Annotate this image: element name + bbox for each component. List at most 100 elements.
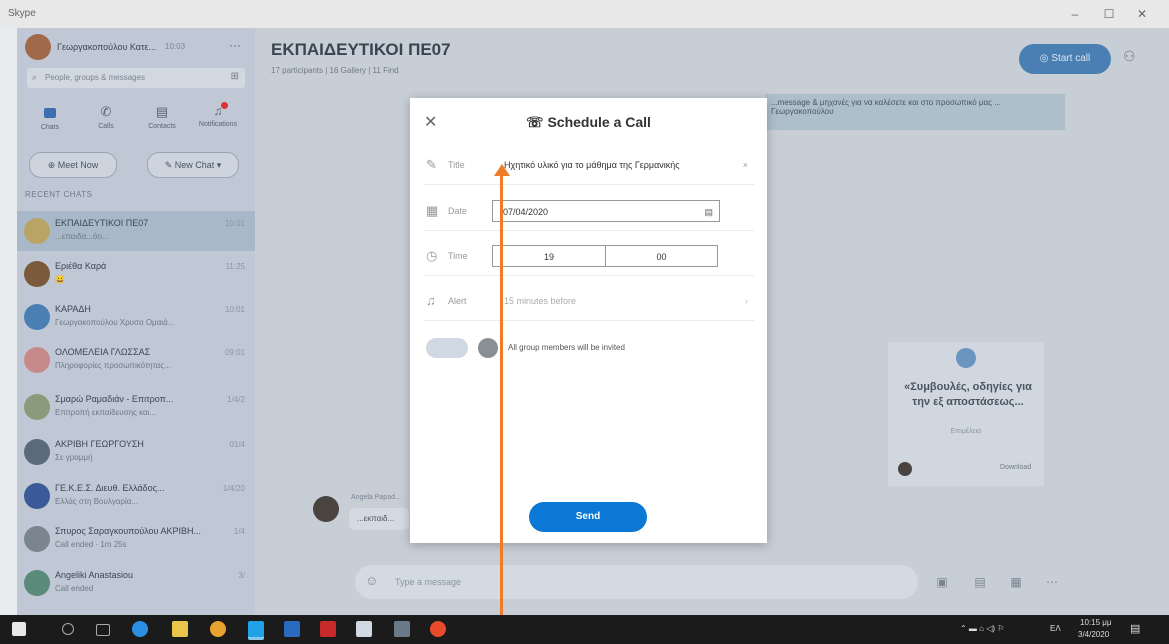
tray-icons[interactable]: ⌃ ▬ ⌂ ◁) ⚐	[960, 624, 1004, 633]
start-call-button[interactable]: ◎ Start call	[1019, 44, 1111, 74]
date-row: ▦ Date 07/04/2020 ▤	[424, 194, 754, 231]
profile-header[interactable]: Γεωργακοπούλου Κατε... 10:03 ···	[17, 28, 255, 66]
send-button[interactable]: Send	[529, 502, 647, 532]
message-input[interactable]: ☺ Type a message	[355, 565, 918, 599]
notification-center-icon[interactable]: ▤	[1130, 622, 1140, 635]
chat-time: 11:25	[225, 262, 245, 271]
profile-avatar[interactable]	[25, 34, 51, 60]
calendar-icon: ▦	[426, 203, 439, 218]
meet-now-icon: ⊕	[47, 160, 58, 170]
tab-contacts[interactable]: ▤ Contacts	[137, 102, 187, 146]
language-indicator[interactable]: ΕΛ	[1050, 624, 1061, 633]
time-label: Time	[448, 251, 468, 261]
media-gallery-icon[interactable]: ▣	[929, 569, 955, 595]
chat-preview: Ελλάς στη Βουλγαρία...	[55, 497, 139, 506]
chat-avatar	[24, 218, 50, 244]
edge-icon[interactable]	[132, 621, 148, 637]
acrobat-icon[interactable]	[320, 621, 336, 637]
tab-calls[interactable]: ✆ Calls	[81, 102, 131, 146]
paint-icon[interactable]	[394, 621, 410, 637]
chat-avatar	[24, 526, 50, 552]
more-options-button[interactable]: ···	[229, 38, 241, 52]
chat-item[interactable]: Angeliki Anastasiou Call ended 3/	[17, 563, 255, 603]
chat-avatar	[24, 261, 50, 287]
video-call-icon: ◎	[1039, 53, 1052, 64]
chat-preview: Σε γραμμή	[55, 453, 93, 462]
search-input[interactable]: ⌕ People, groups & messages ⊞	[27, 68, 245, 88]
tab-notifications[interactable]: ♫ Notifications	[193, 102, 243, 146]
chat-time: 10:01	[224, 219, 245, 228]
chat-time: 10:01	[224, 305, 245, 314]
date-picker-icon[interactable]: ▤	[704, 201, 713, 223]
skype-icon[interactable]	[248, 621, 264, 640]
chat-name: ΓΕ.Κ.Ε.Σ. Διευθ. Ελλάδος...	[55, 483, 165, 493]
date-field[interactable]: 07/04/2020 ▤	[492, 200, 720, 222]
chat-name: Εριέθα Καρά	[55, 261, 107, 271]
dialpad-icon[interactable]: ⊞	[231, 71, 239, 82]
meet-now-button[interactable]: ⊕ Meet Now	[29, 152, 117, 178]
alert-select[interactable]: 15 minutes before	[504, 296, 576, 306]
minimize-button[interactable]: –	[1061, 4, 1089, 24]
message-placeholder: Type a message	[395, 577, 462, 587]
explorer-icon[interactable]	[172, 621, 188, 637]
new-chat-label: New Chat	[174, 160, 215, 170]
chat-item[interactable]: Σμαρώ Ραμαδιάν - Επιτροπ... Επιτροπή εκπ…	[17, 387, 255, 427]
chat-preview: Επιτροπή εκπαίδευσης και...	[55, 408, 157, 417]
chat-item[interactable]: Σπυρος Σαραγκουπούλου ΑΚΡΙΒΗ... Call end…	[17, 519, 255, 559]
add-people-icon[interactable]: ⚇	[1123, 48, 1136, 65]
windows-start-icon[interactable]	[12, 622, 26, 636]
chat-item[interactable]: Εριέθα Καρά 😀 11:25	[17, 254, 255, 294]
nav-row: Chats ✆ Calls ▤ Contacts ♫ Notifications	[17, 102, 255, 146]
conversation-title[interactable]: ΕΚΠΑΙΔΕΥΤΙΚΟΙ ΠΕ07	[271, 40, 451, 60]
chat-item[interactable]: ΚΑΡΑΔΗ Γεωργακοπούλου Χρυσα Ομαιά... 10:…	[17, 297, 255, 337]
close-window-button[interactable]: ✕	[1128, 4, 1156, 24]
contact-card-icon[interactable]: ▦	[1003, 569, 1029, 595]
task-view-icon[interactable]	[96, 624, 110, 636]
chat-name: ΕΚΠΑΙΔΕΥΤΙΚΟΙ ΠΕ07	[55, 218, 149, 228]
contacts-icon: ▤	[155, 104, 169, 119]
chat-item[interactable]: ΓΕ.Κ.Ε.Σ. Διευθ. Ελλάδος... Ελλάς στη Βο…	[17, 476, 255, 516]
dialog-title: ☏ Schedule a Call	[410, 114, 767, 131]
chat-name: Angeliki Anastasiou	[55, 570, 134, 580]
new-chat-button[interactable]: ✎ New Chat ▾	[147, 152, 239, 178]
clear-title-icon[interactable]: ×	[743, 160, 748, 170]
conversation-subtitle[interactable]: 17 participants | 16 Gallery | 11 Find	[271, 66, 399, 75]
card-avatar	[898, 462, 912, 476]
member-avatar	[478, 338, 498, 358]
chat-name: ΚΑΡΑΔΗ	[55, 304, 91, 314]
chat-item-ekpaideutikoi[interactable]: ΕΚΠΑΙΔΕΥΤΙΚΟΙ ΠΕ07 ...επαιδα...ότι... 10…	[17, 211, 258, 251]
emoji-icon[interactable]: ☺	[365, 573, 378, 588]
chat-preview: Πληροφορίες προσωπικότητας...	[55, 361, 171, 370]
more-actions-icon[interactable]: ⋯	[1039, 569, 1065, 595]
alert-row: ♫ Alert 15 minutes before ›	[424, 284, 754, 321]
file-icon[interactable]: ▤	[967, 569, 993, 595]
firefox-icon[interactable]	[430, 621, 446, 637]
profile-status: 10:03	[165, 42, 186, 51]
chrome-icon[interactable]	[210, 621, 226, 637]
pencil-icon: ✎	[426, 157, 437, 172]
clock-time[interactable]: 10:15 μμ	[1080, 618, 1111, 627]
clock-date[interactable]: 3/4/2020	[1078, 630, 1109, 639]
title-input[interactable]: Ηχητικό υλικό για το μάθημα της Γερμανικ…	[504, 160, 680, 170]
chat-item[interactable]: ΑΚΡΙΒΗ ΓΕΩΡΓΟΥΣΗ Σε γραμμή 01/4	[17, 432, 255, 472]
maximize-button[interactable]: ☐	[1095, 4, 1123, 24]
word-icon[interactable]	[284, 621, 300, 637]
notepad-icon[interactable]	[356, 621, 372, 637]
time-row: ◷ Time 19 00	[424, 239, 754, 276]
chat-time: 1/4	[233, 527, 245, 536]
hour-field[interactable]: 19	[492, 245, 606, 267]
card-title: «Συμβουλές, οδηγίες για την εξ αποστάσεω…	[904, 381, 1032, 408]
search-icon[interactable]	[62, 623, 74, 635]
member-chips	[426, 338, 468, 358]
tab-chats[interactable]: Chats	[25, 102, 75, 146]
meet-now-label: Meet Now	[57, 160, 99, 170]
chat-name: Σπυρος Σαραγκουπούλου ΑΚΡΙΒΗ...	[55, 526, 201, 536]
chat-name: ΑΚΡΙΒΗ ΓΕΩΡΓΟΥΣΗ	[55, 439, 144, 449]
chat-item[interactable]: ΟΛΟΜΕΛΕΙΑ ΓΛΩΣΣΑΣ Πληροφορίες προσωπικότ…	[17, 340, 255, 380]
tab-contacts-label: Contacts	[148, 123, 176, 130]
file-card[interactable]: «Συμβουλές, οδηγίες για την εξ αποστάσεω…	[888, 342, 1044, 486]
minute-field[interactable]: 00	[605, 245, 718, 267]
chat-avatar	[24, 439, 50, 465]
card-download-link[interactable]: Download	[1000, 464, 1031, 471]
sidebar: Γεωργακοπούλου Κατε... 10:03 ··· ⌕ Peopl…	[17, 28, 258, 615]
